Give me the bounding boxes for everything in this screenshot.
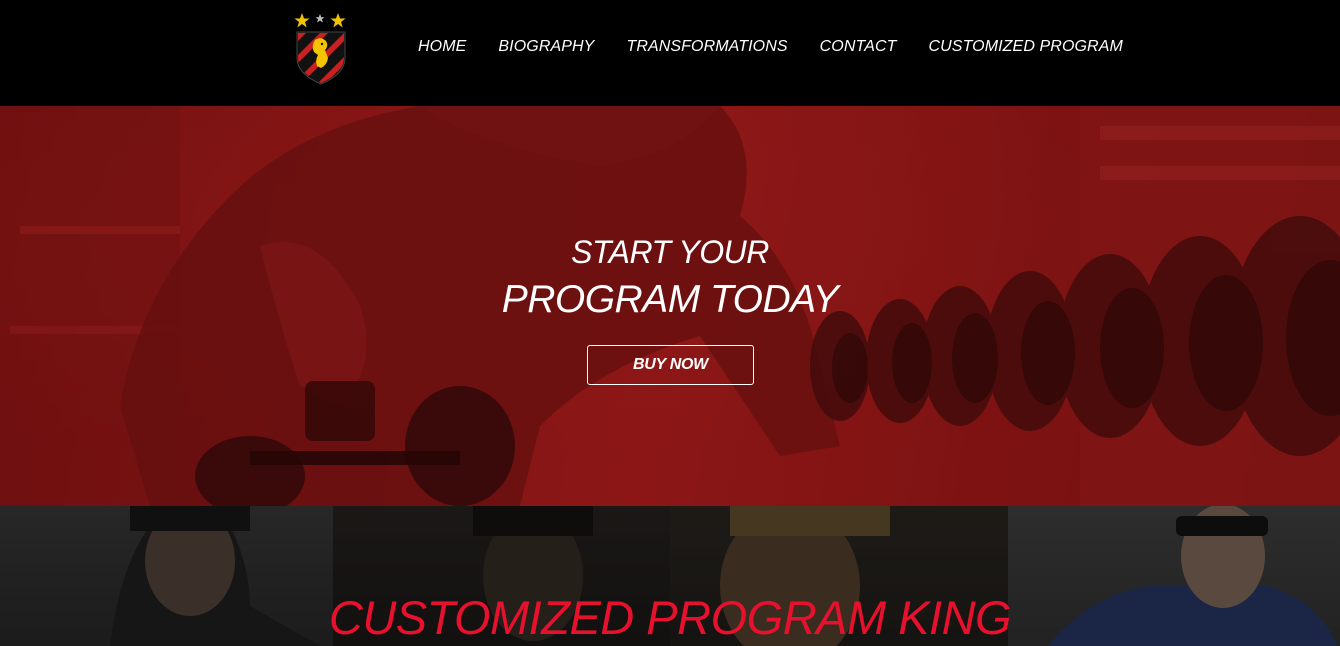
nav-customized-program-link[interactable]: CUSTOMIZED PROGRAM [929, 38, 1123, 56]
hero-heading-line2: PROGRAM TODAY [501, 278, 839, 321]
nav-biography-link[interactable]: BIOGRAPHY [498, 38, 594, 56]
nav-contact-link[interactable]: CONTACT [820, 38, 897, 56]
club-crest-logo-icon[interactable] [291, 10, 351, 86]
nav-home-link[interactable]: HOME [418, 38, 466, 56]
site-header: HOME BIOGRAPHY TRANSFORMATIONS CONTACT C… [0, 0, 1340, 106]
nav-transformations-link[interactable]: TRANSFORMATIONS [626, 38, 787, 56]
main-nav: HOME BIOGRAPHY TRANSFORMATIONS CONTACT C… [418, 38, 1155, 56]
hero-banner: START YOUR PROGRAM TODAY BUY NOW [0, 106, 1340, 506]
buy-now-button[interactable]: BUY NOW [587, 345, 754, 385]
section-title: CUSTOMIZED PROGRAM KING [328, 591, 1012, 644]
hero-heading-line1: START YOUR [571, 234, 769, 270]
